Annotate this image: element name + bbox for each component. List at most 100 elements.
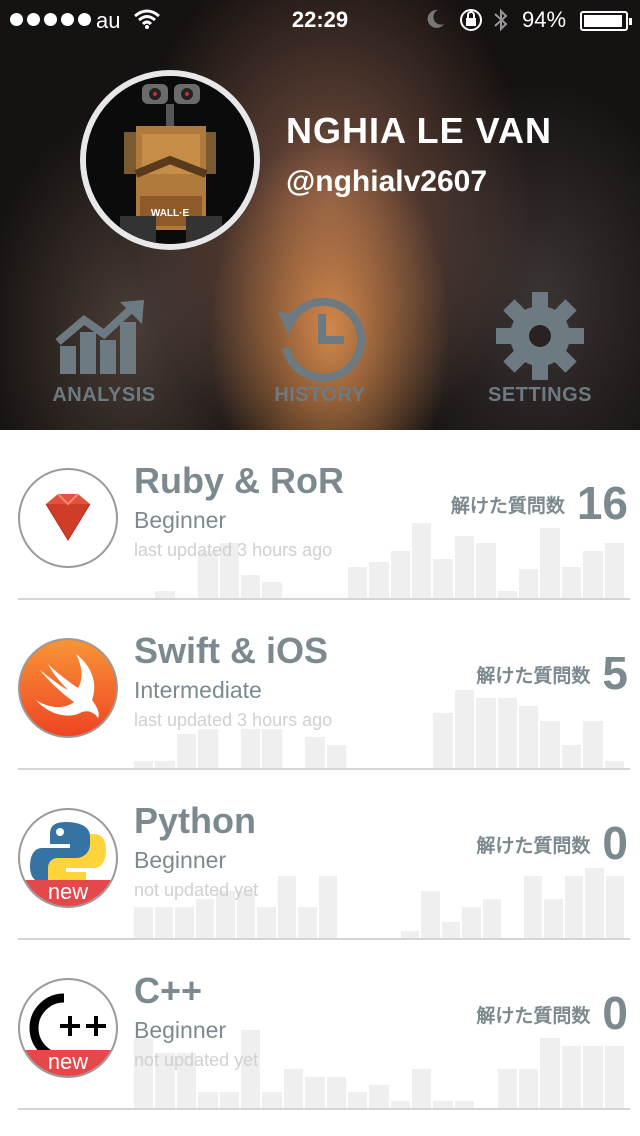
course-icon: new — [18, 808, 118, 908]
solved-count-value: 5 — [602, 647, 628, 699]
activity-bar — [318, 876, 337, 938]
course-row-python[interactable]: new Python Beginner not updated yet 解けた質… — [0, 770, 640, 940]
activity-bar — [441, 922, 460, 938]
tab-history[interactable]: HISTORY — [220, 292, 420, 412]
solved-count-label: 解けた質問数 — [476, 836, 591, 857]
activity-bar — [305, 1077, 325, 1108]
course-icon — [18, 468, 118, 568]
activity-bar — [433, 559, 453, 598]
rotation-lock-icon — [460, 9, 482, 31]
battery-icon — [580, 11, 632, 31]
activity-bar — [540, 721, 560, 768]
new-badge: new — [20, 1050, 116, 1076]
activity-bar — [175, 907, 194, 938]
course-icon — [18, 638, 118, 738]
activity-bar — [262, 1092, 282, 1108]
tab-settings-label: SETTINGS — [487, 384, 592, 406]
course-updated: last updated 3 hours ago — [134, 710, 333, 730]
row-divider — [18, 1108, 630, 1110]
ruby-gem-icon — [45, 493, 91, 541]
activity-bar — [497, 591, 518, 598]
profile-header: au 22:29 94% WALL·E NGHIA LE VAN @nghial… — [0, 0, 640, 430]
activity-bar — [154, 907, 173, 938]
course-title: Ruby & RoR — [134, 460, 344, 501]
solved-count-value: 16 — [576, 477, 628, 529]
activity-bar — [561, 745, 582, 768]
activity-bar — [604, 761, 624, 768]
course-updated: last updated 3 hours ago — [134, 540, 333, 560]
growth-chart-icon — [55, 300, 144, 374]
course-icon: new — [18, 978, 118, 1078]
robot-avatar-image: WALL·E — [86, 76, 254, 244]
activity-bar — [134, 1038, 154, 1108]
activity-bar — [195, 899, 214, 938]
gear-icon — [496, 292, 584, 380]
activity-bar — [454, 536, 475, 598]
solved-count-value: 0 — [602, 817, 628, 869]
activity-bar — [240, 575, 261, 598]
status-bar: au 22:29 94% — [0, 0, 640, 40]
activity-bar — [564, 876, 583, 938]
activity-bar — [476, 543, 496, 598]
activity-bar — [454, 690, 475, 768]
activity-bar — [347, 567, 368, 598]
avatar[interactable]: WALL·E — [80, 70, 260, 250]
activity-bar — [400, 931, 419, 938]
activity-bar — [347, 1092, 368, 1108]
activity-bar — [583, 1046, 603, 1108]
tab-analysis[interactable]: ANALYSIS — [4, 292, 204, 412]
activity-bar — [262, 729, 282, 768]
activity-bar — [277, 876, 296, 938]
activity-bar — [604, 1046, 624, 1108]
moon-icon — [427, 9, 444, 28]
activity-bar — [176, 734, 197, 768]
activity-bar — [283, 1069, 304, 1108]
solved-count: 解けた質問数 0 — [476, 820, 628, 866]
activity-bar — [390, 1101, 411, 1108]
activity-bar — [326, 745, 346, 768]
activity-bar — [523, 876, 542, 938]
course-level: Beginner — [134, 507, 227, 533]
activity-bar — [421, 891, 440, 938]
activity-bar — [497, 1069, 518, 1108]
course-row-cpp[interactable]: new C++ Beginner not updated yet 解けた質問数 … — [0, 940, 640, 1110]
tab-history-label: HISTORY — [274, 384, 366, 406]
course-title: Python — [134, 800, 256, 841]
activity-bar — [561, 567, 582, 598]
course-row-ruby[interactable]: Ruby & RoR Beginner last updated 3 hours… — [0, 430, 640, 600]
solved-count-label: 解けた質問数 — [476, 1006, 591, 1027]
profile-handle: @nghialv2607 — [286, 165, 488, 198]
solved-count: 解けた質問数 16 — [451, 480, 628, 526]
activity-bar — [462, 907, 481, 938]
activity-bar — [298, 907, 317, 938]
activity-bar — [369, 1085, 389, 1108]
activity-bar — [519, 706, 539, 768]
activity-bar — [585, 868, 604, 938]
activity-bar — [326, 1077, 346, 1108]
avatar-caption: WALL·E — [151, 208, 190, 219]
solved-count: 解けた質問数 0 — [476, 990, 628, 1036]
activity-bar — [519, 569, 539, 598]
course-updated: not updated yet — [134, 880, 259, 900]
solved-count-label: 解けた質問数 — [450, 496, 565, 517]
activity-bar — [134, 907, 153, 938]
activity-bar — [433, 713, 453, 768]
activity-bar — [369, 562, 389, 598]
tab-settings[interactable]: SETTINGS — [440, 292, 640, 412]
activity-bar — [604, 543, 624, 598]
activity-bar — [482, 899, 501, 938]
activity-bar — [198, 729, 218, 768]
course-level: Beginner — [134, 847, 227, 873]
activity-bar — [155, 591, 175, 598]
course-level: Beginner — [134, 1017, 227, 1043]
tab-analysis-label: ANALYSIS — [52, 384, 156, 406]
activity-bar — [497, 698, 518, 768]
activity-bar — [540, 1038, 560, 1108]
solved-count-value: 0 — [602, 987, 628, 1039]
solved-count: 解けた質問数 5 — [476, 650, 628, 696]
activity-bar — [412, 523, 432, 598]
activity-bar — [305, 737, 325, 768]
activity-bar — [257, 907, 276, 938]
activity-bar — [561, 1046, 582, 1108]
course-row-swift[interactable]: Swift & iOS Intermediate last updated 3 … — [0, 600, 640, 770]
